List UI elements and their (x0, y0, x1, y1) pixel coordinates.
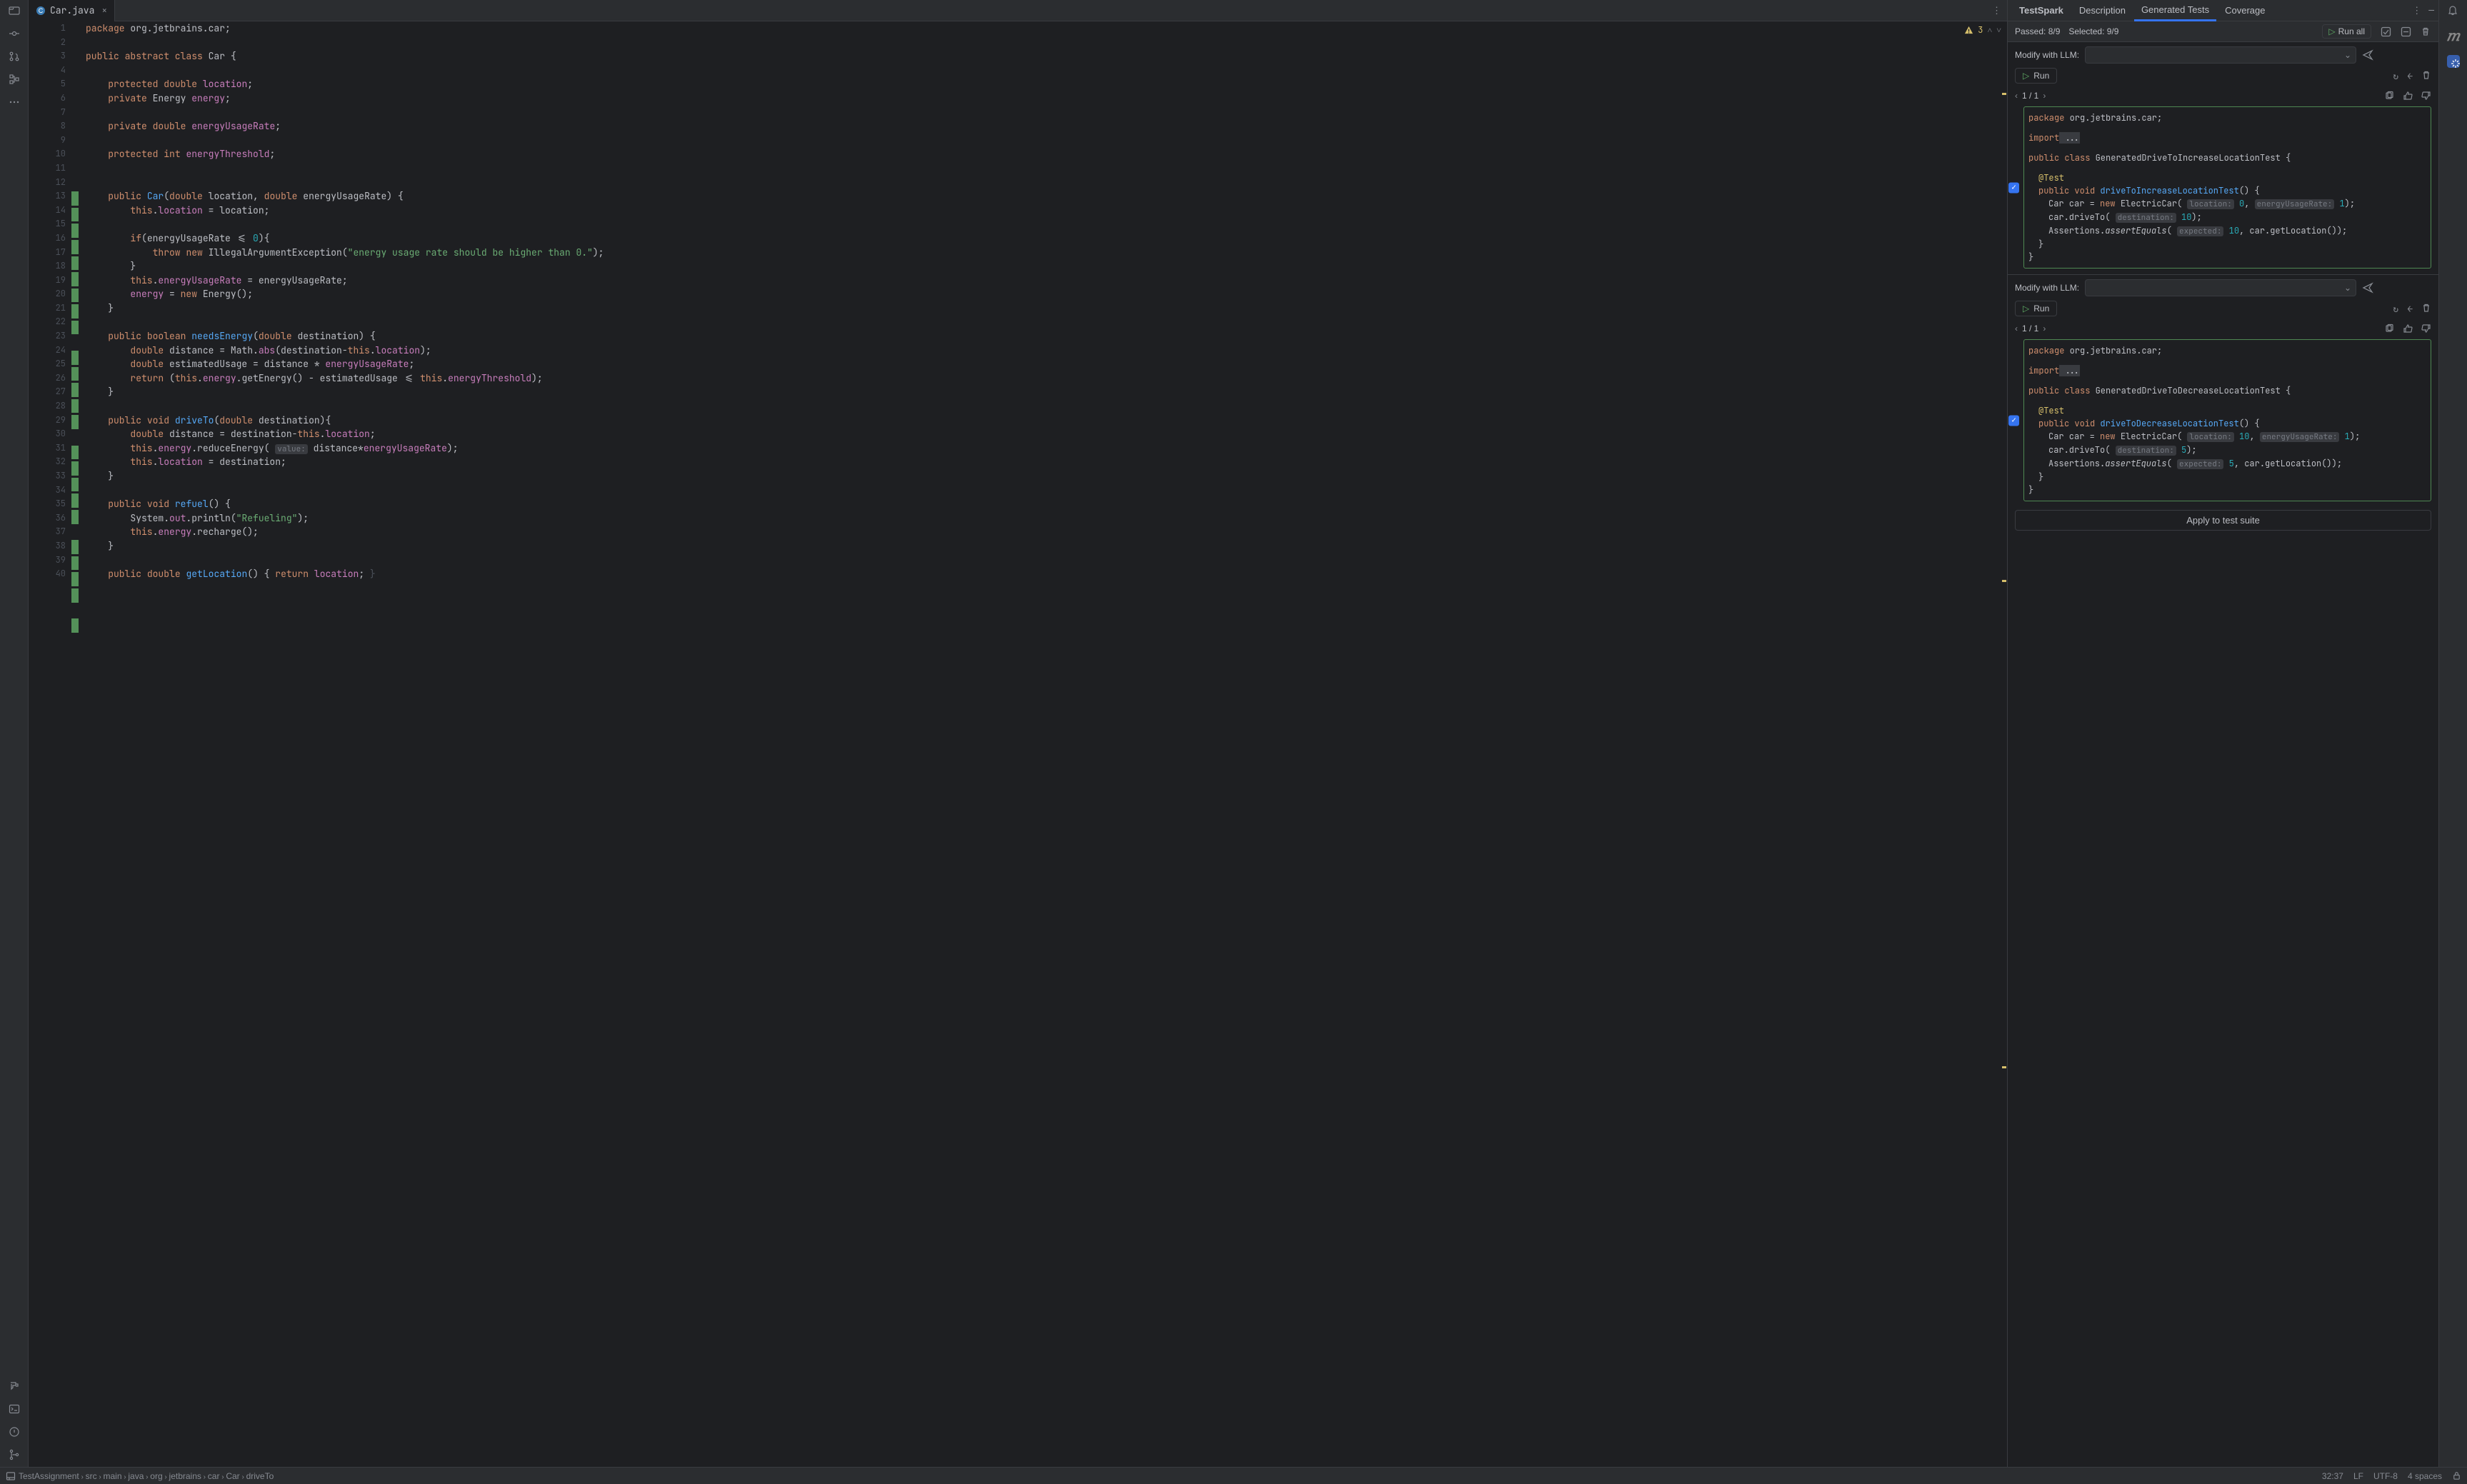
passed-label: Passed: 8/9 (2015, 26, 2060, 36)
send-icon-2[interactable] (2362, 282, 2373, 294)
problems-count: 3 (1978, 24, 1983, 36)
thumbs-up-icon-2[interactable] (2403, 324, 2413, 334)
panel-options-icon[interactable]: ⋮ (2412, 4, 2421, 16)
brand-logo: 𝑚 (2446, 27, 2460, 45)
editor-inspections[interactable]: 3 ˄ ˅ (1964, 24, 2001, 36)
terminal-tool-icon[interactable] (8, 1403, 21, 1415)
select-all-icon[interactable] (2380, 26, 2391, 37)
svg-text:C: C (39, 7, 44, 14)
copy-icon-2[interactable] (2384, 324, 2394, 334)
breadcrumbs[interactable]: TestAssignment › src › main › java › org… (19, 1471, 274, 1481)
prev-test-icon[interactable]: ‹ (2015, 91, 2018, 101)
line-numbers: 1234567891011121314151617181920212223242… (29, 21, 71, 1467)
pager: 1 / 1 (2022, 91, 2038, 101)
delete-test-icon[interactable] (2421, 70, 2431, 82)
testspark-tool-icon[interactable] (2447, 55, 2460, 68)
copy-icon[interactable] (2384, 91, 2394, 101)
delete-icon[interactable] (2420, 26, 2431, 36)
tests-toolbar: Passed: 8/9 Selected: 9/9 ▷Run all (2008, 21, 2438, 41)
pager-2: 1 / 1 (2022, 324, 2038, 334)
modify-input[interactable]: ⌄ (2085, 46, 2356, 64)
test-checkbox-1[interactable]: ✓ (2008, 182, 2019, 193)
vcs-tool-icon[interactable] (8, 1448, 21, 1461)
problems-tool-icon[interactable] (8, 1425, 21, 1438)
modify-label: Modify with LLM: (2015, 50, 2079, 60)
test-block-2: Modify with LLM: ⌄ ▷Run ↻ ← ‹ 1 / 1 › (2008, 274, 2438, 507)
prev-test-icon-2[interactable]: ‹ (2015, 324, 2018, 334)
status-bar: TestAssignment › src › main › java › org… (0, 1467, 2467, 1484)
tabs-menu-icon[interactable]: ⋮ (1986, 4, 2007, 16)
code-area[interactable]: package org.jetbrains.car; public abstra… (83, 21, 2007, 1467)
thumbs-down-icon-2[interactable] (2421, 324, 2431, 334)
tab-label: Car.java (50, 4, 94, 16)
next-test-icon[interactable]: › (2043, 91, 2046, 101)
gutter-marks (71, 21, 83, 1467)
testspark-tabs: TestSpark Description Generated Tests Co… (2008, 0, 2438, 21)
delete-test-icon-2[interactable] (2421, 303, 2431, 315)
test-checkbox-2[interactable]: ✓ (2008, 415, 2019, 426)
file-tab-car[interactable]: C Car.java × (29, 0, 115, 21)
thumbs-down-icon[interactable] (2421, 91, 2431, 101)
run-all-button[interactable]: ▷Run all (2322, 24, 2371, 39)
line-ending[interactable]: LF (2353, 1471, 2363, 1481)
commit-tool-icon[interactable] (8, 27, 21, 40)
test-code-1[interactable]: ✓ package org.jetbrains.car; import ... … (2023, 106, 2431, 269)
apply-to-suite-button[interactable]: Apply to test suite (2015, 510, 2431, 531)
caret-position[interactable]: 32:37 (2322, 1471, 2343, 1481)
reset-icon[interactable]: ↻ (2393, 70, 2398, 82)
indent-setting[interactable]: 4 spaces (2408, 1471, 2442, 1481)
tab-description[interactable]: Description (2072, 0, 2133, 21)
readonly-icon[interactable] (2452, 1471, 2461, 1481)
reset-icon-2[interactable]: ↻ (2393, 303, 2398, 315)
next-test-icon-2[interactable]: › (2043, 324, 2046, 334)
editor: 3 ˄ ˅ 1234567891011121314151617181920212… (29, 21, 2007, 1467)
run-test-button[interactable]: ▷Run (2015, 68, 2057, 84)
editor-tabs: C Car.java × ⋮ (29, 0, 2007, 21)
panel-minimize-icon[interactable]: — (2428, 4, 2434, 16)
modify-label-2: Modify with LLM: (2015, 283, 2079, 293)
send-icon[interactable] (2362, 49, 2373, 61)
left-tool-stripe (0, 0, 29, 1467)
modify-input-2[interactable]: ⌄ (2085, 279, 2356, 296)
run-test-button-2[interactable]: ▷Run (2015, 301, 2057, 316)
back-icon-2[interactable]: ← (2407, 303, 2413, 315)
java-class-icon: C (36, 6, 46, 16)
pull-requests-tool-icon[interactable] (8, 50, 21, 63)
thumbs-up-icon[interactable] (2403, 91, 2413, 101)
project-tool-icon[interactable] (8, 4, 21, 17)
selected-label: Selected: 9/9 (2068, 26, 2118, 36)
prev-problem-icon[interactable]: ˄ (1987, 24, 1992, 36)
scroll-error-stripe[interactable] (2000, 36, 2007, 1467)
back-icon[interactable]: ← (2407, 70, 2413, 82)
structure-tool-icon[interactable] (8, 73, 21, 86)
right-tool-stripe: 𝑚 (2438, 0, 2467, 1467)
testspark-panel: TestSpark Description Generated Tests Co… (2007, 0, 2438, 1467)
tab-generated-tests[interactable]: Generated Tests (2134, 0, 2216, 21)
test-code-2[interactable]: ✓ package org.jetbrains.car; import ... … (2023, 339, 2431, 501)
test-block-1: Modify with LLM: ⌄ ▷Run ↻ ← ‹ 1 / 1 › (2008, 41, 2438, 274)
encoding[interactable]: UTF-8 (2373, 1471, 2398, 1481)
collapse-icon[interactable] (2400, 26, 2411, 37)
warning-icon (1964, 26, 1973, 35)
tab-testspark[interactable]: TestSpark (2012, 0, 2071, 21)
next-problem-icon[interactable]: ˅ (1996, 24, 2001, 36)
notifications-icon[interactable] (2447, 4, 2460, 17)
paint-tool-icon[interactable] (8, 1380, 21, 1393)
tab-coverage[interactable]: Coverage (2218, 0, 2272, 21)
more-tool-icon[interactable] (8, 96, 21, 109)
tool-windows-icon[interactable] (6, 1471, 16, 1481)
close-tab-icon[interactable]: × (101, 4, 107, 16)
